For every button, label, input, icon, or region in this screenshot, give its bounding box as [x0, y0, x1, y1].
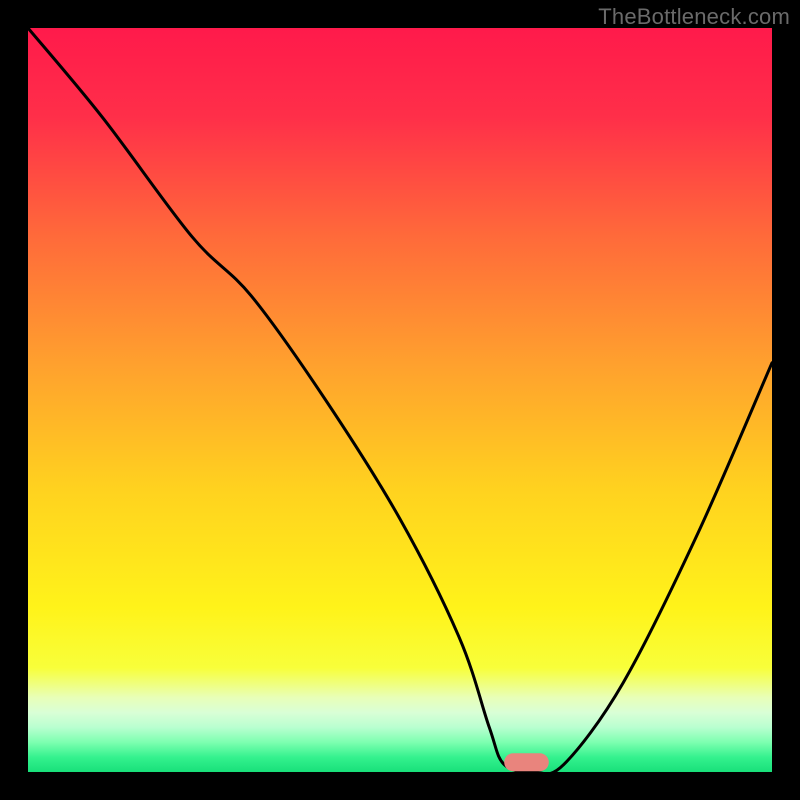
gradient-background [28, 28, 772, 772]
watermark-text: TheBottleneck.com [598, 4, 790, 30]
bottleneck-chart [28, 28, 772, 772]
chart-frame: TheBottleneck.com [0, 0, 800, 800]
optimum-marker [504, 753, 549, 771]
